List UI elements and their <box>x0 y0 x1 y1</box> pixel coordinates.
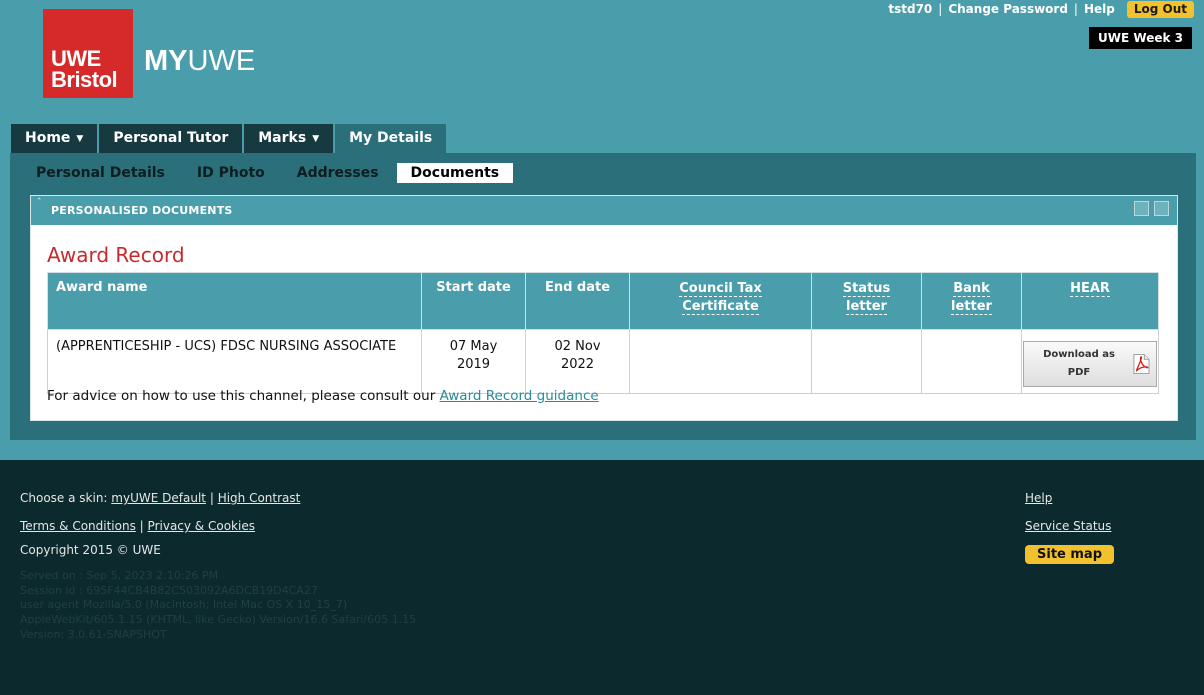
uwe-bristol-logo[interactable]: UWE Bristol <box>43 9 133 98</box>
skin-label: Choose a skin: <box>20 491 108 505</box>
skin-default-link[interactable]: myUWE Default <box>111 491 206 505</box>
hear-link[interactable]: HEAR <box>1070 281 1110 297</box>
advice-text: For advice on how to use this channel, p… <box>47 388 599 404</box>
change-password-link[interactable]: Change Password <box>948 2 1068 16</box>
bank-line-1: Bank <box>953 281 990 296</box>
cell-end-date: 02 Nov 2022 <box>525 329 630 394</box>
separator: | <box>209 491 214 505</box>
cell-hear: Download as PDF <box>1021 329 1159 394</box>
subtab-id-photo[interactable]: ID Photo <box>183 163 279 183</box>
page-title: Award Record <box>47 243 185 267</box>
myuwe-wordmark: MYUWE <box>144 45 255 78</box>
separator: | <box>1073 2 1078 16</box>
subtab-personal-details[interactable]: Personal Details <box>22 163 179 183</box>
cell-status-letter <box>811 329 922 394</box>
week-badge: UWE Week 3 <box>1089 27 1192 49</box>
legal-links: Terms & Conditions | Privacy & Cookies <box>20 519 255 533</box>
server-info-line: Session id : 695F44CB4B82C503092A6DCB19D… <box>20 583 318 597</box>
status-letter-link[interactable]: Status letter <box>842 281 891 315</box>
header-council-tax: Council Tax Certificate <box>629 272 812 330</box>
skin-chooser: Choose a skin: myUWE Default | High Cont… <box>20 491 300 505</box>
subtab-documents[interactable]: Documents <box>396 163 514 183</box>
minimize-icon[interactable] <box>1134 201 1149 216</box>
end-date-line-2: 2022 <box>560 357 595 372</box>
server-info-line: Version: 3.0.61-SNAPSHOT <box>20 627 167 641</box>
server-info: Served on : Sep 5, 2023 2:10:26 PM Sessi… <box>20 569 416 643</box>
tab-home[interactable]: Home ▼ <box>11 124 98 153</box>
portlet-title: PERSONALISED DOCUMENTS <box>51 204 233 217</box>
service-status-link[interactable]: Service Status <box>1025 519 1111 533</box>
sub-tabs: Personal Details ID Photo Addresses Docu… <box>22 163 517 183</box>
council-tax-line-2: Certificate <box>682 299 759 314</box>
portlet-header: ˆ PERSONALISED DOCUMENTS <box>31 196 1177 225</box>
terms-link[interactable]: Terms & Conditions <box>20 519 136 533</box>
header: UWE Bristol MYUWE tstd70 | Change Passwo… <box>0 0 1204 460</box>
top-links: tstd70 | Change Password | Help Log Out <box>888 0 1194 18</box>
header-start-date: Start date <box>421 272 526 330</box>
chevron-down-icon: ▼ <box>76 134 84 144</box>
logout-button[interactable]: Log Out <box>1126 0 1194 18</box>
bank-letter-link[interactable]: Bank letter <box>951 281 992 315</box>
logo-line-1: UWE <box>51 46 101 71</box>
chevron-down-icon: ▼ <box>312 134 320 144</box>
logo-line-2: Bristol <box>51 67 118 92</box>
council-tax-line-1: Council Tax <box>679 281 762 296</box>
tab-label: My Details <box>349 130 433 146</box>
server-info-line: user agent Mozilla/5.0 (Macintosh; Intel… <box>20 598 347 612</box>
maximize-icon[interactable] <box>1154 201 1169 216</box>
subtab-addresses[interactable]: Addresses <box>283 163 393 183</box>
tab-label: Marks <box>258 130 307 146</box>
table-header-row: Award name Start date End date Council T… <box>47 272 1159 330</box>
header-award-name: Award name <box>47 272 422 330</box>
status-line-2: letter <box>846 299 887 314</box>
personalised-documents-portlet: ˆ PERSONALISED DOCUMENTS Award Record Aw… <box>30 195 1178 421</box>
cell-award-name: (APPRENTICESHIP - UCS) FDSC NURSING ASSO… <box>47 329 422 394</box>
tab-my-details[interactable]: My Details <box>335 124 447 153</box>
tab-marks[interactable]: Marks ▼ <box>244 124 334 153</box>
status-line-1: Status <box>842 281 891 296</box>
cell-council-tax <box>629 329 812 394</box>
wordmark-my: MY <box>144 45 188 77</box>
advice-label: For advice on how to use this channel, p… <box>47 388 440 404</box>
footer-help-link[interactable]: Help <box>1025 491 1052 505</box>
username-link[interactable]: tstd70 <box>888 2 932 16</box>
separator: | <box>139 519 144 533</box>
download-pdf-label: Download as PDF <box>1043 349 1115 378</box>
award-record-table: Award name Start date End date Council T… <box>47 272 1159 394</box>
header-end-date: End date <box>525 272 630 330</box>
end-date-line-1: 02 Nov <box>554 339 601 354</box>
main-tabs: Home ▼ Personal Tutor Marks ▼ My Details <box>11 124 448 153</box>
download-pdf-button[interactable]: Download as PDF <box>1023 341 1157 387</box>
cell-start-date: 07 May 2019 <box>421 329 526 394</box>
start-date-line-1: 07 May <box>449 339 498 354</box>
table-row: (APPRENTICESHIP - UCS) FDSC NURSING ASSO… <box>47 329 1159 394</box>
bank-line-2: letter <box>951 299 992 314</box>
copyright: Copyright 2015 © UWE <box>20 543 161 557</box>
tab-personal-tutor[interactable]: Personal Tutor <box>99 124 243 153</box>
wordmark-uwe: UWE <box>187 45 256 77</box>
content-panel: Personal Details ID Photo Addresses Docu… <box>10 153 1196 440</box>
site-map-button[interactable]: Site map <box>1025 545 1114 564</box>
tab-label: Personal Tutor <box>113 130 229 146</box>
skin-high-contrast-link[interactable]: High Contrast <box>218 491 301 505</box>
footer: Choose a skin: myUWE Default | High Cont… <box>0 460 1204 695</box>
separator: | <box>938 2 943 16</box>
privacy-link[interactable]: Privacy & Cookies <box>148 519 255 533</box>
award-record-guidance-link[interactable]: Award Record guidance <box>440 388 599 404</box>
header-hear: HEAR <box>1021 272 1159 330</box>
start-date-line-2: 2019 <box>456 357 491 372</box>
collapse-icon[interactable]: ˆ <box>37 198 42 208</box>
pdf-icon <box>1133 354 1150 374</box>
cell-bank-letter <box>921 329 1022 394</box>
council-tax-link[interactable]: Council Tax Certificate <box>679 281 762 315</box>
server-info-line: Served on : Sep 5, 2023 2:10:26 PM <box>20 569 219 582</box>
tab-label: Home <box>25 130 71 146</box>
header-status-letter: Status letter <box>811 272 922 330</box>
help-link[interactable]: Help <box>1084 2 1115 16</box>
header-bank-letter: Bank letter <box>921 272 1022 330</box>
server-info-line: AppleWebKit/605.1.15 (KHTML, like Gecko)… <box>20 613 417 627</box>
